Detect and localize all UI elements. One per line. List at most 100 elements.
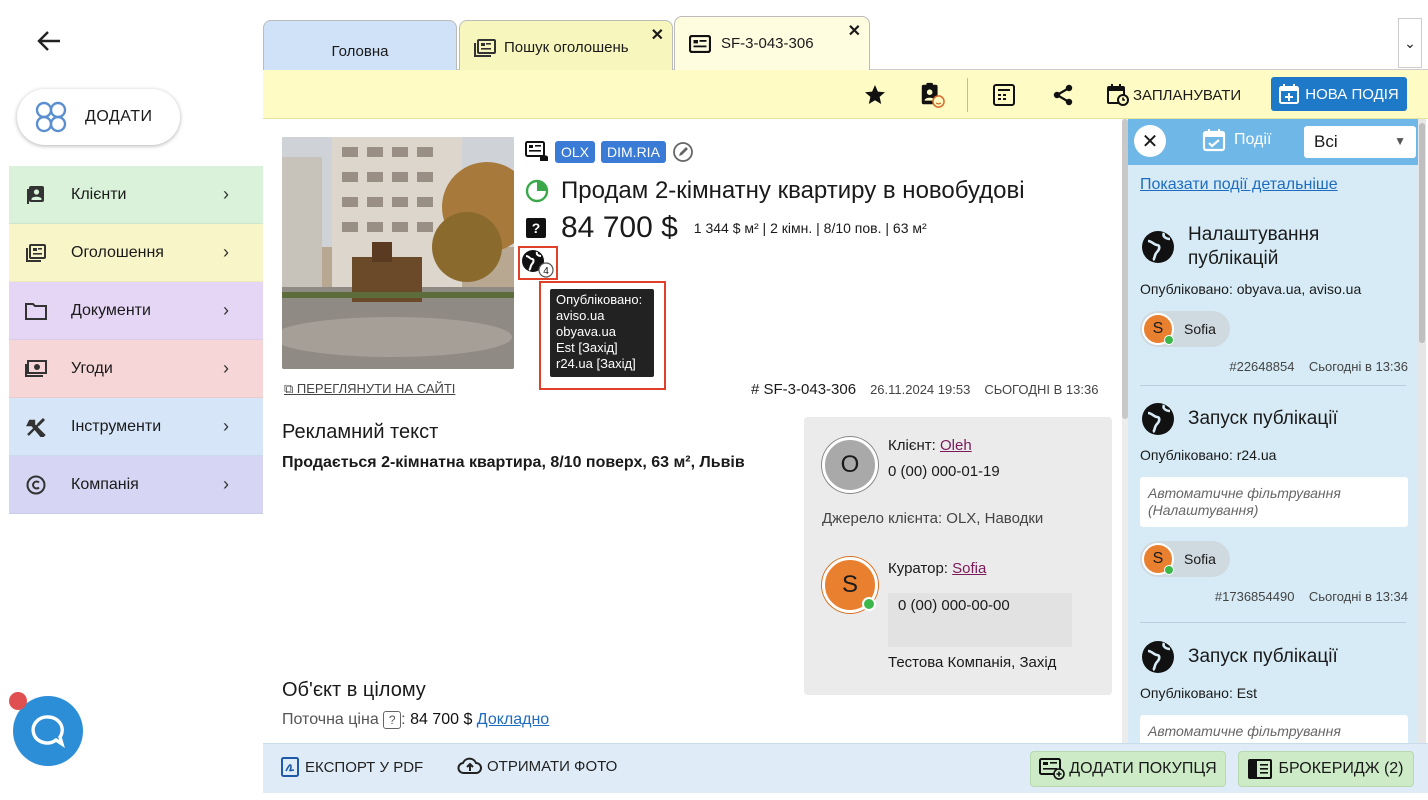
ad-text-body: Продається 2-кімнатна квартира, 8/10 пов…: [282, 454, 745, 471]
chat-bubble-icon: [31, 715, 65, 748]
client-avatar[interactable]: O: [822, 437, 878, 493]
help-square-icon[interactable]: ?: [525, 217, 547, 239]
listing-ref-row: # SF-3-043-306 26.11.2024 19:53 СЬОГОДНІ…: [751, 381, 1098, 398]
event-item[interactable]: Запуск публікації Опубліковано: Est Авто…: [1140, 639, 1408, 743]
sidebar-item-clients[interactable]: Клієнти ›: [9, 166, 263, 224]
brokerage-label: БРОКЕРИДЖ (2): [1278, 760, 1404, 777]
events-filter-select[interactable]: Всі ▼: [1304, 126, 1416, 158]
tabs-dropdown-chevron-icon[interactable]: ⌄: [1398, 18, 1422, 68]
back-arrow-icon[interactable]: [34, 26, 66, 58]
export-pdf-label: ЕКСПОРТ У PDF: [305, 758, 424, 776]
get-photo-label: ОТРИМАТИ ФОТО: [487, 757, 618, 775]
event-title: Запуск публікації: [1188, 646, 1338, 667]
calendar-clock-icon: [1107, 84, 1129, 106]
badge-olx[interactable]: OLX: [555, 141, 596, 163]
event-user-chip[interactable]: S Sofia: [1140, 541, 1230, 577]
user-name: Sofia: [1184, 321, 1216, 337]
close-icon[interactable]: ✕: [1134, 125, 1166, 157]
sidebar-item-label: Інструменти: [71, 417, 162, 435]
tab-bar: Головна Пошук оголошень ✕ SF-3-043-306 ✕…: [263, 14, 1428, 70]
share-icon[interactable]: [1050, 82, 1076, 108]
external-link-icon: ⧉: [284, 381, 294, 396]
sidebar-item-label: Компанія: [71, 475, 139, 493]
sidebar-item-documents[interactable]: Документи ›: [9, 282, 263, 340]
client-name-link[interactable]: Oleh: [940, 437, 972, 454]
help-square-icon[interactable]: ?: [383, 711, 402, 729]
listing-photo[interactable]: [282, 137, 514, 369]
event-item[interactable]: Запуск публікації Опубліковано: r24.ua А…: [1140, 401, 1408, 604]
sidebar-item-label: Клієнти: [71, 185, 127, 203]
calculator-icon[interactable]: [991, 82, 1017, 108]
sidebar-item-label: Оголошення: [71, 243, 164, 261]
pdf-icon: [281, 757, 299, 777]
chevron-right-icon: ›: [223, 358, 229, 378]
add-logo-icon: [35, 101, 67, 133]
listing-price: 84 700 $: [561, 211, 678, 244]
client-avatar-initial: O: [840, 451, 860, 478]
add-buyer-button[interactable]: ДОДАТИ ПОКУПЦЯ: [1030, 751, 1226, 787]
object-heading: Об'єкт в цілому: [282, 679, 426, 701]
published-globe-highlight[interactable]: 4: [518, 246, 558, 280]
user-name: Sofia: [1184, 551, 1216, 567]
export-pdf-button[interactable]: ЕКСПОРТ У PDF: [281, 757, 423, 777]
event-time: Сьогодні в 13:34: [1308, 589, 1408, 604]
tab-home[interactable]: Головна: [263, 20, 457, 70]
scrollbar-thumb[interactable]: [1419, 123, 1425, 343]
event-note: Автоматичне фільтрування: [1140, 715, 1408, 743]
listing-title-row: Продам 2-кімнатну квартиру в новобудові: [525, 177, 1025, 205]
folder-icon: [25, 300, 47, 322]
close-icon[interactable]: ✕: [848, 21, 861, 41]
cloud-upload-icon: [457, 757, 483, 775]
event-published: Опубліковано: Est: [1140, 685, 1257, 701]
tooltip-header: Опубліковано:: [556, 292, 643, 307]
curator-name-link[interactable]: Sofia: [952, 560, 986, 577]
sidebar-item-deals[interactable]: Угоди ›: [9, 340, 263, 398]
online-indicator: [862, 597, 876, 611]
sidebar-item-company[interactable]: Компанія ›: [9, 456, 263, 514]
view-on-site-link[interactable]: ⧉ ПЕРЕГЛЯНУТИ НА САЙТІ: [284, 381, 455, 397]
new-event-button[interactable]: НОВА ПОДІЯ: [1271, 77, 1407, 111]
badge-dimria[interactable]: DIM.RIA: [601, 141, 666, 163]
events-panel: ✕ Події Всі ▼ Показати події детальніше …: [1128, 119, 1418, 743]
details-link[interactable]: Докладно: [477, 711, 549, 728]
tab-listing-search[interactable]: Пошук оголошень ✕: [459, 20, 673, 70]
current-price-value: 84 700 $: [410, 711, 473, 729]
event-id: #22648854: [1229, 359, 1295, 374]
show-events-detailed-link[interactable]: Показати події детальніше: [1140, 176, 1338, 194]
event-published: Опубліковано: r24.ua: [1140, 447, 1277, 463]
bottom-action-bar: ЕКСПОРТ У PDF ОТРИМАТИ ФОТО ДОДАТИ ПОКУП…: [263, 743, 1428, 793]
close-icon[interactable]: ✕: [651, 25, 664, 45]
schedule-button[interactable]: ЗАПЛАНУВАТИ: [1107, 80, 1241, 110]
star-icon[interactable]: [862, 82, 888, 108]
edit-circle-icon[interactable]: [672, 141, 694, 163]
tab-listing-detail[interactable]: SF-3-043-306 ✕: [674, 16, 870, 70]
new-event-label: НОВА ПОДІЯ: [1305, 85, 1399, 103]
curator-line: Куратор: Sofia: [888, 560, 986, 577]
client-feedback-icon[interactable]: [919, 82, 945, 108]
tools-icon: [25, 416, 47, 438]
listing-toolbar: ЗАПЛАНУВАТИ НОВА ПОДІЯ: [263, 70, 1428, 119]
tooltip-site: Est [Захід]: [556, 340, 618, 355]
sidebar-item-listings[interactable]: Оголошення ›: [9, 224, 263, 282]
client-line: Клієнт: Oleh: [888, 437, 972, 454]
events-tab[interactable]: Події: [1202, 128, 1271, 152]
globe-icon: [1142, 641, 1174, 673]
online-indicator: [1164, 335, 1174, 345]
events-scrollbar[interactable]: [1418, 119, 1426, 743]
sidebar-item-tools[interactable]: Інструменти ›: [9, 398, 263, 456]
event-note: Автоматичне фільтрування (Налаштування): [1140, 477, 1408, 527]
event-item[interactable]: Налаштування публікацій Опубліковано: ob…: [1140, 223, 1408, 374]
get-photo-button[interactable]: ОТРИМАТИ ФОТО: [457, 757, 617, 775]
client-label: Клієнт:: [888, 437, 936, 454]
sidebar-item-label: Угоди: [71, 359, 113, 377]
add-button[interactable]: ДОДАТИ: [17, 89, 180, 145]
client-card: O Клієнт: Oleh 0 (00) 000-01-19 Джерело …: [804, 417, 1112, 695]
add-buyer-icon: [1039, 758, 1066, 780]
brokerage-button[interactable]: БРОКЕРИДЖ (2): [1238, 751, 1414, 787]
sidebar-item-label: Документи: [71, 301, 151, 319]
event-user-chip[interactable]: S Sofia: [1140, 311, 1230, 347]
published-tooltip: Опубліковано: aviso.ua obyava.ua Est [За…: [550, 289, 654, 377]
globe-icon: [1142, 231, 1174, 263]
client-phone: 0 (00) 000-01-19: [888, 463, 1000, 480]
online-indicator: [1164, 565, 1174, 575]
